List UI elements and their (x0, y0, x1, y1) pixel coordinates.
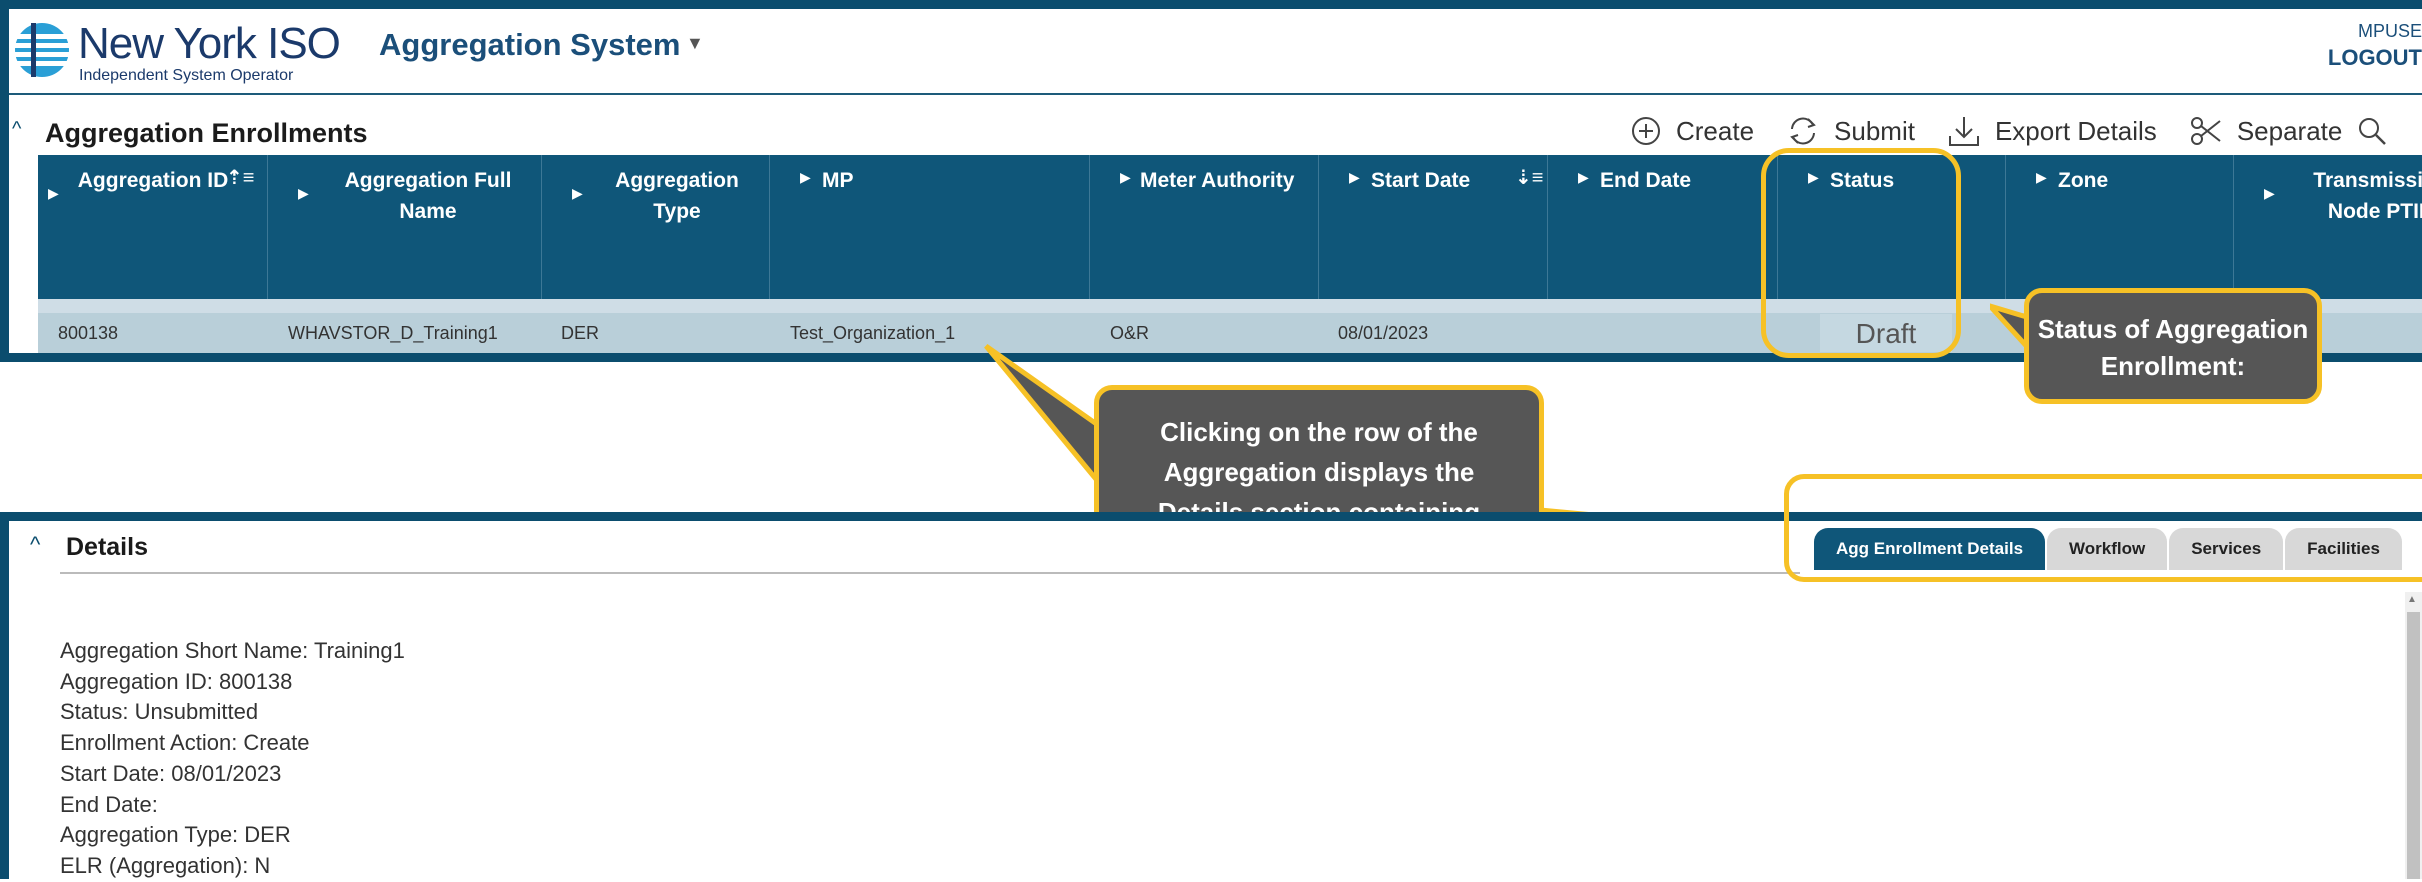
enrollments-title: Aggregation Enrollments (45, 118, 368, 148)
column-mp[interactable]: ▶ MP (770, 155, 1090, 299)
info-line: Start Date: 08/01/2023 (60, 760, 282, 786)
scissors-icon (2190, 117, 2221, 145)
tab-agg-enrollment-details[interactable]: Agg Enrollment Details (1814, 528, 2046, 570)
cell-aggregation-type: DER (561, 323, 600, 343)
collapse-details-chevron-up-icon[interactable]: ^ (30, 532, 40, 558)
details-divider (60, 572, 1800, 574)
column-start-date[interactable]: ▶ Start Date ⇣≡ (1319, 155, 1548, 299)
details-title: Details (66, 533, 148, 561)
info-line: ELR (Aggregation): N (60, 852, 271, 878)
app-header: New York ISO Independent System Operator… (9, 9, 2422, 95)
status-highlight (1761, 148, 1961, 358)
info-line: Aggregation Type: DER (60, 822, 291, 848)
column-label: Zone (2058, 169, 2109, 192)
column-aggregation-type[interactable]: ▶ Aggregation Type (542, 155, 770, 299)
details-tabs: Agg Enrollment Details Workflow Services… (1814, 528, 2404, 570)
collapse-enrollments-chevron-up-icon[interactable]: ^ (12, 118, 21, 141)
status-callout: Status of Aggregation Enrollment: (2024, 288, 2322, 404)
submit-label: Submit (1834, 115, 1915, 146)
user-name: MPUSE (2357, 21, 2422, 41)
scroll-up-arrow-icon[interactable]: ▲ (2407, 594, 2417, 605)
info-line: Status: Unsubmitted (60, 699, 259, 725)
info-line: Aggregation ID: 800138 (60, 668, 293, 694)
aggregation-info: Aggregation Short Name: Training1 Aggreg… (60, 636, 405, 882)
cell-aggregation-full-name: WHAVSTOR_D_Training1 (288, 323, 498, 343)
column-label: Aggregation Type (615, 169, 739, 223)
create-label: Create (1676, 115, 1755, 146)
column-label: Aggregation Full Name (344, 169, 512, 223)
create-button[interactable]: Create (1630, 115, 1754, 147)
logout-link[interactable]: LOGOUT (2328, 45, 2422, 71)
column-label: Meter Authority (1140, 169, 1295, 192)
export-details-button[interactable]: Export Details (1947, 114, 2157, 148)
column-meter-authority[interactable]: ▶ Meter Authority (1090, 155, 1319, 299)
column-aggregation-id[interactable]: ▶ Aggregation ID ⇡≡ (38, 155, 268, 299)
logo-subtitle: Independent System Operator (79, 67, 294, 84)
info-line: End Date: (60, 791, 158, 817)
details-scrollbar-thumb[interactable] (2407, 612, 2420, 879)
column-label: Aggregation ID (77, 169, 229, 192)
status-callout-text: Status of Aggregation Enrollment: (2037, 314, 2309, 381)
sort-asc-icon[interactable]: ⇡≡ (226, 165, 254, 190)
sort-desc-icon[interactable]: ⇣≡ (1515, 165, 1543, 190)
nyiso-logo[interactable]: New York ISO Independent System Operator (13, 19, 341, 89)
logo-title: New York ISO (78, 19, 341, 68)
tab-facilities[interactable]: Facilities (2285, 528, 2402, 570)
cell-aggregation-id: 800138 (58, 323, 119, 343)
separate-label: Separate (2236, 115, 2343, 146)
search-button[interactable] (2356, 115, 2402, 147)
cell-mp: Test_Organization_1 (790, 323, 956, 343)
column-transmission-node-ptid[interactable]: ▶ Transmission Node PTID (2234, 155, 2422, 299)
app-menu-chevron-down-icon[interactable]: ▼ (686, 33, 704, 54)
enrollments-toolbar: Create Submit Export Details Separate (1630, 110, 2422, 152)
column-label: MP (822, 169, 854, 192)
globe-icon (15, 23, 69, 77)
tab-services[interactable]: Services (2169, 528, 2284, 570)
tab-workflow[interactable]: Workflow (2047, 528, 2168, 570)
column-end-date[interactable]: ▶ End Date (1548, 155, 1778, 299)
plus-circle-icon (1632, 117, 1660, 145)
column-aggregation-full-name[interactable]: ▶ Aggregation Full Name (268, 155, 542, 299)
column-label: Start Date (1371, 169, 1471, 192)
info-line: Enrollment Action: Create (60, 730, 310, 756)
submit-button[interactable]: Submit (1786, 114, 1915, 148)
export-details-label: Export Details (1994, 115, 2157, 146)
refresh-icon (1790, 117, 1816, 145)
separate-button[interactable]: Separate (2189, 114, 2343, 148)
column-label: Transmission Node PTID (2313, 169, 2422, 223)
download-icon (1948, 117, 1979, 146)
search-icon (2359, 118, 2387, 145)
column-label: End Date (1600, 169, 1692, 192)
enrollments-grid-header: ▶ Aggregation ID ⇡≡ ▶ Aggregation Full N… (38, 155, 2422, 299)
app-title[interactable]: Aggregation System (379, 27, 680, 63)
info-line: Aggregation Short Name: Training1 (60, 638, 405, 663)
column-zone[interactable]: ▶ Zone (2006, 155, 2234, 299)
